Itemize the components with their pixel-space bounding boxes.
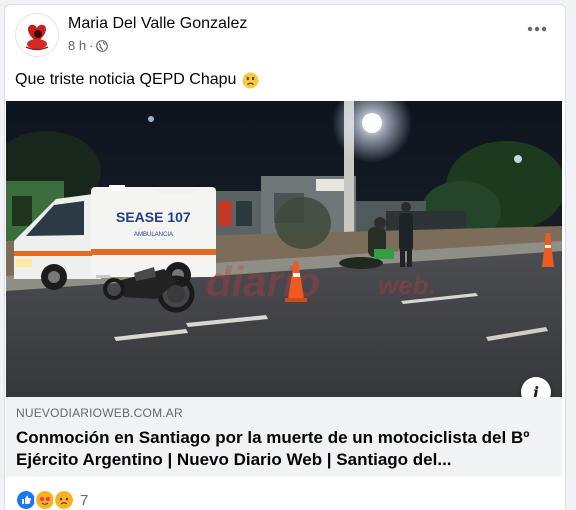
avatar-image — [16, 14, 58, 56]
post-time[interactable]: 8 h — [68, 38, 86, 53]
post-text-content: Que triste noticia QEPD Chapu — [15, 71, 237, 88]
globe-icon — [96, 39, 109, 52]
more-options-icon[interactable] — [523, 19, 551, 39]
accident-scene-photo: diario web. SEASE 107 AMBULANCIA — [6, 101, 562, 397]
ambulance-sub-label: AMBULANCIA — [134, 232, 173, 238]
link-preview[interactable]: NUEVODIARIOWEB.COM.AR Conmoción en Santi… — [6, 397, 562, 477]
meta-separator: · — [89, 38, 94, 53]
post-meta: 8 h · — [68, 38, 109, 53]
ambulance-label: SEASE 107 — [116, 209, 191, 225]
reactions-summary[interactable]: 7 — [15, 489, 88, 510]
post-card: Maria Del Valle Gonzalez 8 h · Que trist… — [4, 4, 566, 510]
post-photo[interactable]: diario web. SEASE 107 AMBULANCIA — [6, 101, 562, 397]
post-author-name[interactable]: Maria Del Valle Gonzalez — [68, 15, 247, 33]
sad-face-emoji-icon — [242, 72, 259, 88]
sad-reaction-icon — [53, 489, 75, 510]
avatar[interactable] — [15, 13, 59, 57]
link-title[interactable]: Conmoción en Santiago por la muerte de u… — [16, 427, 552, 471]
reaction-count[interactable]: 7 — [80, 492, 88, 509]
link-domain: NUEVODIARIOWEB.COM.AR — [16, 406, 183, 420]
post-text: Que triste noticia QEPD Chapu — [15, 71, 259, 89]
svg-text:web.: web. — [378, 270, 436, 300]
